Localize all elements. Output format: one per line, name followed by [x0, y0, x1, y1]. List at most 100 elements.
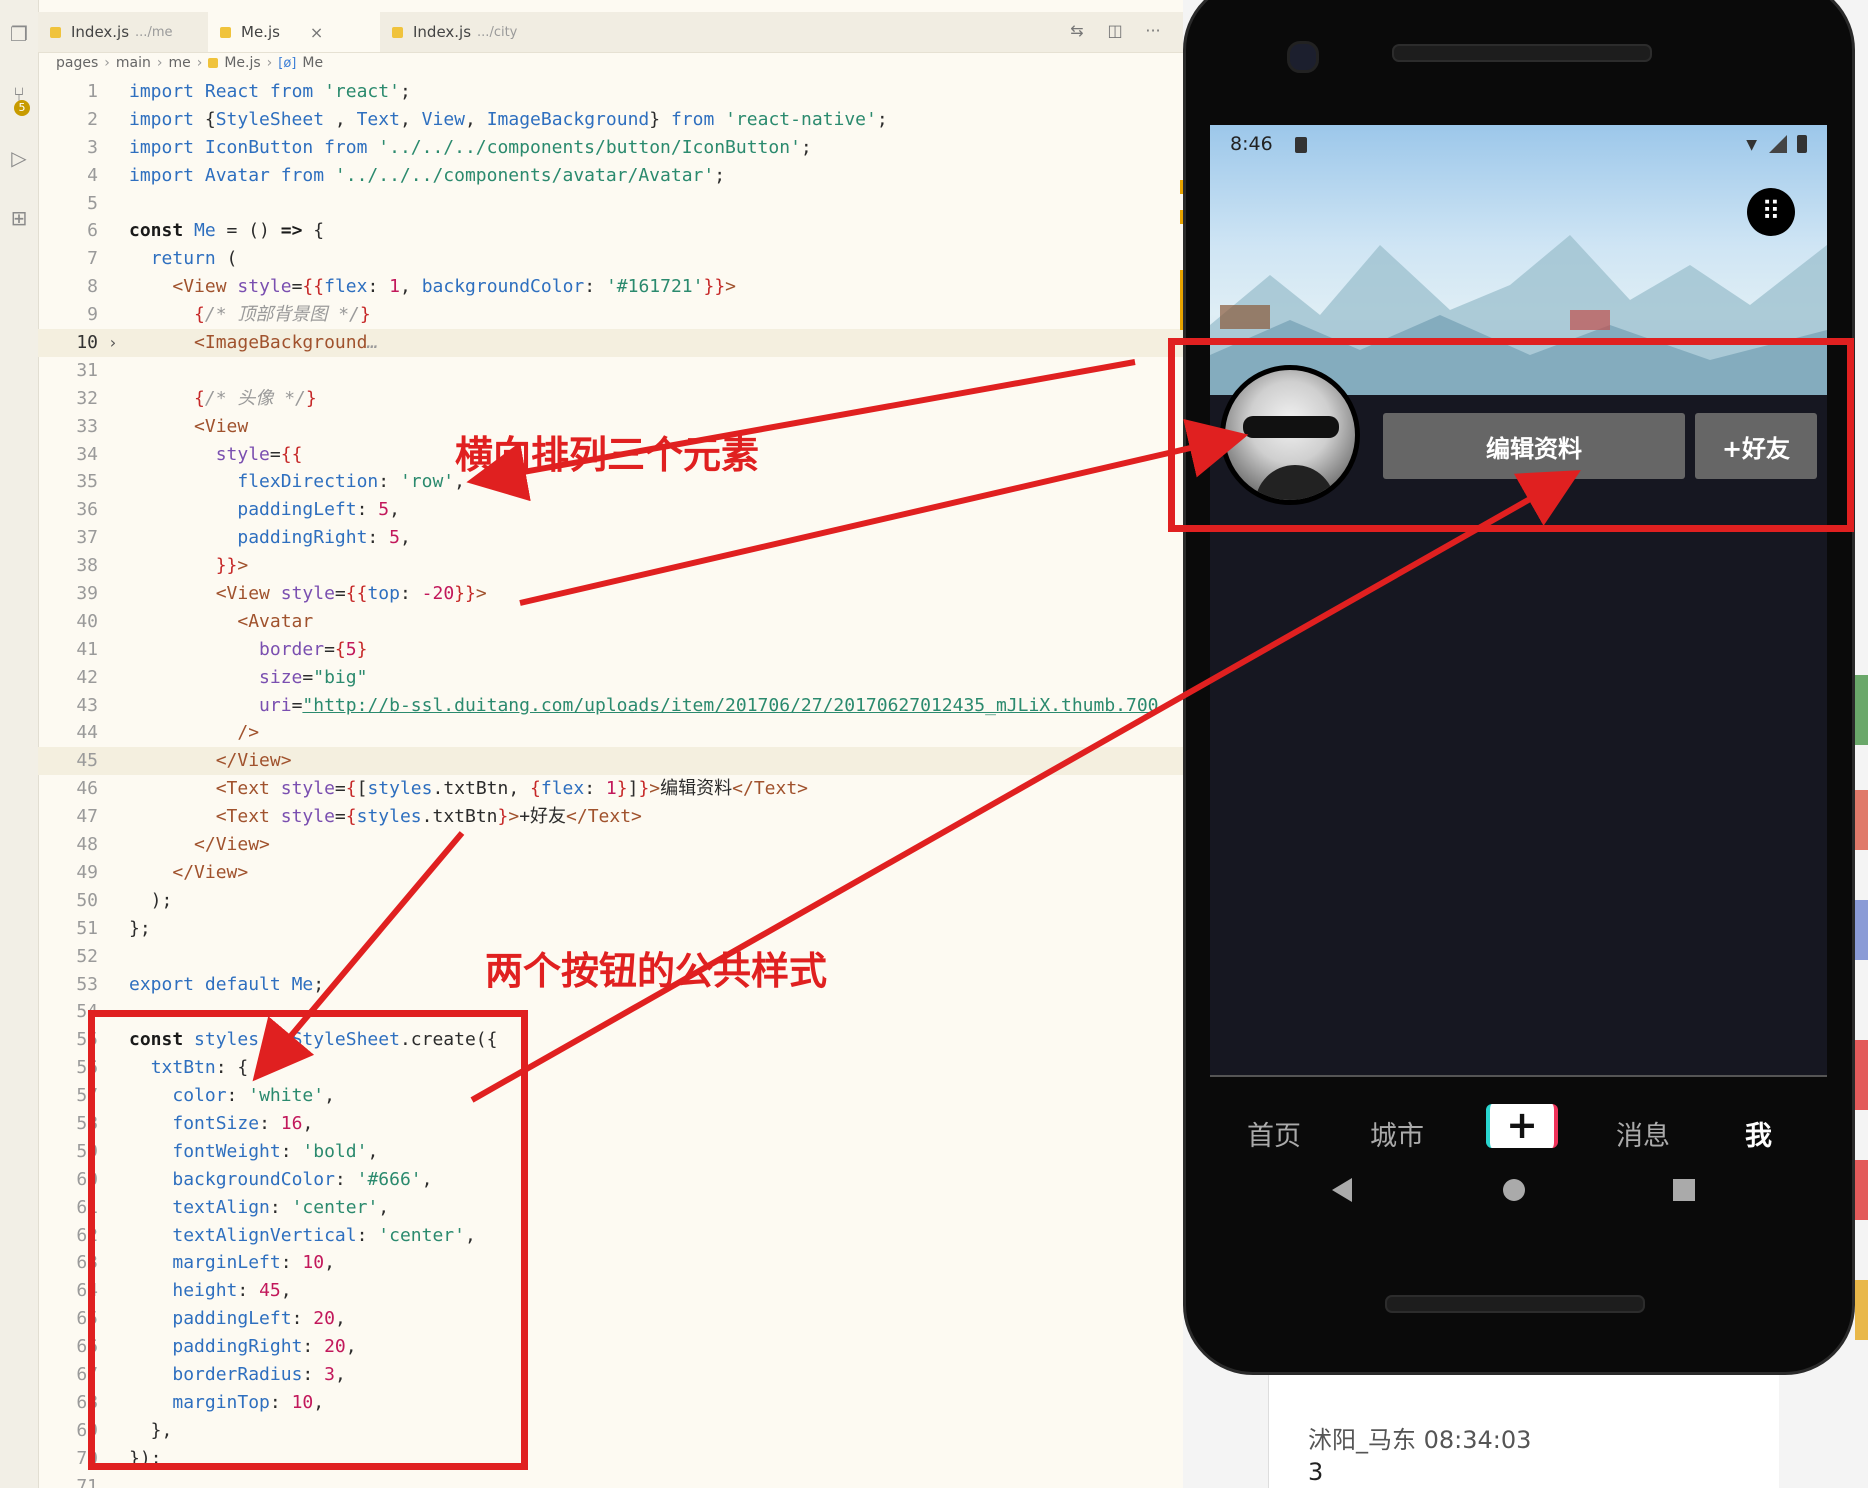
breadcrumb-item[interactable]: Me: [302, 55, 323, 71]
line-number: 7: [87, 248, 98, 270]
line-number: 51: [76, 917, 98, 939]
tab-index-me[interactable]: Index.js .../me: [38, 12, 208, 52]
js-file-icon: [220, 26, 231, 38]
code-token: }: [638, 778, 650, 800]
code-line[interactable]: 38 }}>: [38, 552, 1183, 580]
battery-icon: [1797, 135, 1807, 153]
line-number: 49: [76, 861, 98, 883]
code-token: ,: [465, 108, 487, 130]
code-token: }: [359, 304, 371, 326]
code-line[interactable]: 39 <View style={{top: -20}}>: [38, 580, 1183, 608]
recents-icon[interactable]: [1672, 1177, 1696, 1203]
code-line[interactable]: 71: [38, 1473, 1183, 1488]
breadcrumb-item[interactable]: me: [168, 55, 190, 71]
code-line[interactable]: 7 return (: [38, 245, 1183, 273]
code-line[interactable]: 5: [38, 190, 1183, 218]
code-token: default: [204, 973, 292, 995]
breadcrumb-item[interactable]: main: [116, 55, 151, 71]
code-token: };: [129, 917, 151, 939]
code-line[interactable]: 37 paddingRight: 5,: [38, 524, 1183, 552]
code-token: </View>: [215, 750, 292, 772]
code-line[interactable]: 46 <Text style={[styles.txtBtn, {flex: 1…: [38, 775, 1183, 803]
home-icon[interactable]: [1502, 1177, 1526, 1203]
code-token: />: [237, 722, 260, 744]
code-line[interactable]: 32 {/* 头像 */}: [38, 385, 1183, 413]
back-icon[interactable]: [1330, 1177, 1354, 1203]
highlight-box-profile-row: [1168, 338, 1854, 532]
code-line[interactable]: 3 import IconButton from '../../../compon…: [38, 134, 1183, 162]
line-number: 40: [76, 610, 98, 632]
line-number: 71: [76, 1475, 98, 1488]
code-text: <View style={{top: -20}}>: [129, 580, 487, 608]
code-line[interactable]: 36 paddingLeft: 5,: [38, 496, 1183, 524]
code-line[interactable]: 51};: [38, 915, 1183, 943]
code-line[interactable]: 8 <View style={{flex: 1, backgroundColor…: [38, 273, 1183, 301]
line-number: 38: [76, 555, 98, 577]
code-line[interactable]: 4 import Avatar from '../../../components…: [38, 162, 1183, 190]
code-line[interactable]: 2 import {StyleSheet , Text, View, ImageB…: [38, 106, 1183, 134]
compare-icon[interactable]: ⇆: [1066, 20, 1088, 42]
code-token: <ImageBackground: [194, 332, 368, 354]
code-token: </Text>: [566, 806, 642, 828]
line-number: 46: [76, 778, 98, 800]
code-token: >: [475, 583, 487, 605]
code-token: ;: [876, 108, 888, 130]
code-token: /* 头像 */: [204, 387, 306, 409]
tab-me[interactable]: 我: [1745, 1114, 1772, 1153]
breadcrumb-item[interactable]: Me.js: [224, 55, 260, 71]
code-token: style: [215, 443, 270, 465]
code-line[interactable]: 48 </View>: [38, 831, 1183, 859]
code-line[interactable]: 1 import React from 'react';: [38, 78, 1183, 106]
code-text: uri="http://b-ssl.duitang.com/uploads/it…: [129, 692, 1158, 720]
code-line[interactable]: 40 <Avatar: [38, 608, 1183, 636]
explorer-icon[interactable]: ❐: [7, 22, 31, 46]
line-number: 39: [76, 583, 98, 605]
tab-me[interactable]: Me.js ×: [208, 12, 380, 52]
tab-index-city[interactable]: Index.js .../city: [380, 12, 560, 52]
split-editor-icon[interactable]: ◫: [1104, 20, 1126, 42]
code-line[interactable]: 6 const Me = () => {: [38, 217, 1183, 245]
code-token: View: [421, 108, 465, 130]
code-line[interactable]: 44 />: [38, 719, 1183, 747]
line-number: 37: [76, 527, 98, 549]
code-line[interactable]: 50 );: [38, 887, 1183, 915]
code-line[interactable]: 31: [38, 357, 1183, 385]
code-token: ]: [627, 778, 639, 800]
code-text: size="big": [129, 664, 367, 692]
run-debug-icon[interactable]: ▷: [7, 146, 31, 170]
code-line[interactable]: 43 uri="http://b-ssl.duitang.com/uploads…: [38, 692, 1183, 720]
extensions-icon[interactable]: ⊞: [7, 206, 31, 230]
signal-icon: [1769, 135, 1787, 153]
code-token: =: [291, 694, 303, 716]
code-text: <Avatar: [129, 608, 313, 636]
code-line[interactable]: 42 size="big": [38, 664, 1183, 692]
code-text: import IconButton from '../../../compone…: [129, 134, 812, 162]
grid-menu-icon[interactable]: ⠿: [1747, 188, 1795, 236]
tab-messages[interactable]: 消息: [1616, 1114, 1670, 1153]
code-line[interactable]: 10 › <ImageBackground…: [38, 329, 1183, 357]
tab-publish[interactable]: +: [1486, 1104, 1558, 1148]
line-number: 1: [87, 81, 98, 102]
close-icon[interactable]: ×: [310, 23, 323, 42]
code-token: top: [367, 583, 400, 605]
line-number: 2: [87, 108, 98, 130]
code-line[interactable]: 49 </View>: [38, 859, 1183, 887]
code-line[interactable]: 9 {/* 顶部背景图 */}: [38, 301, 1183, 329]
code-token: }: [616, 778, 628, 800]
code-token: </View>: [194, 834, 270, 856]
code-line[interactable]: 41 border={5}: [38, 636, 1183, 664]
tab-home[interactable]: 首页: [1247, 1114, 1301, 1153]
tab-city[interactable]: 城市: [1370, 1114, 1424, 1153]
fold-chevron-icon[interactable]: ›: [108, 329, 118, 357]
more-icon[interactable]: ···: [1142, 20, 1164, 42]
code-token: …: [367, 332, 379, 354]
code-line[interactable]: 47 <Text style={styles.txtBtn}>+好友</Text…: [38, 803, 1183, 831]
front-camera-icon: [1287, 41, 1319, 73]
breadcrumb-item[interactable]: pages: [56, 55, 98, 71]
code-line[interactable]: 45 </View>: [38, 747, 1183, 776]
code-token: (: [226, 248, 238, 270]
line-number: 36: [76, 499, 98, 521]
